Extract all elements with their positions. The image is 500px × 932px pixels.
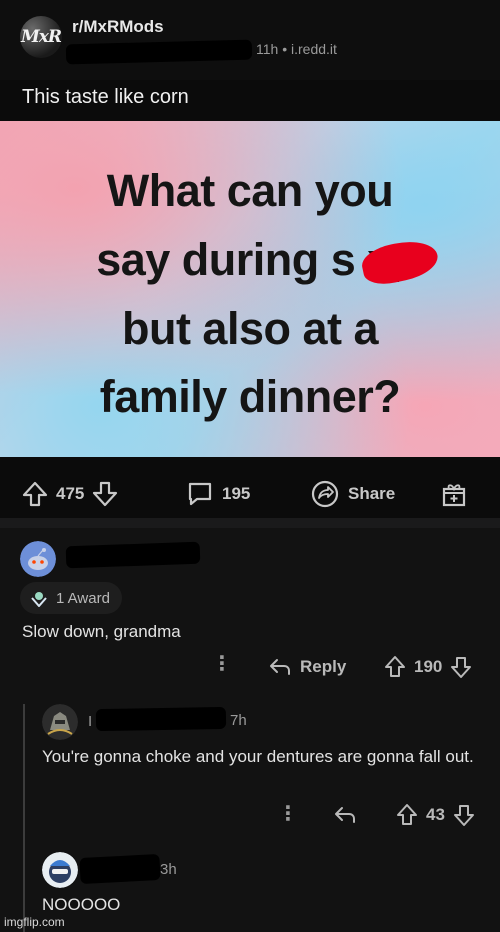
- more-options-icon[interactable]: ⋮: [278, 804, 298, 824]
- thread-line: [23, 704, 25, 932]
- comment-author-prefix: I: [88, 713, 93, 730]
- more-options-icon[interactable]: ⋮: [212, 654, 232, 674]
- downvote-icon[interactable]: [453, 803, 475, 827]
- post-title[interactable]: This taste like corn: [22, 86, 189, 109]
- meme-text-line-1: What can you: [106, 165, 394, 216]
- comment-body: You're gonna choke and your dentures are…: [42, 747, 474, 766]
- share-label: Share: [348, 484, 396, 503]
- post-image[interactable]: What can you say during s x, but also at…: [0, 121, 500, 457]
- award-button[interactable]: [440, 479, 468, 509]
- share-icon: [311, 480, 339, 508]
- comments-button[interactable]: 195: [186, 479, 250, 509]
- subreddit-avatar[interactable]: MxR: [20, 16, 62, 58]
- snoo-avatar-icon[interactable]: [20, 541, 56, 577]
- post-header: MxR r/MxRMods 11h • i.redd.it: [0, 0, 500, 80]
- watermark: imgflip.com: [4, 915, 65, 929]
- meme-text-line-3: but also at a: [121, 303, 379, 354]
- meme-text-line-4: family dinner?: [99, 371, 401, 422]
- user-avatar-icon[interactable]: [42, 852, 78, 888]
- downvote-icon[interactable]: [450, 655, 472, 679]
- gift-award-icon: [442, 484, 466, 507]
- comment-body: NOOOOO: [42, 895, 121, 914]
- upvote-count: 475: [56, 484, 85, 503]
- award-label: 1 Award: [56, 589, 110, 607]
- comment-body: Slow down, grandma: [22, 622, 181, 641]
- comment-count: 195: [222, 484, 251, 503]
- comment-vote-group: 190: [384, 655, 472, 679]
- comment-time: 7h: [230, 712, 247, 729]
- redacted-username: [65, 39, 253, 65]
- redacted-username: [65, 541, 201, 569]
- upvote-icon[interactable]: [396, 803, 418, 827]
- upvote-icon[interactable]: [22, 480, 48, 508]
- comment-score: 43: [426, 805, 445, 824]
- comment-score: 190: [414, 657, 443, 676]
- downvote-icon[interactable]: [92, 480, 118, 508]
- award-icon: [31, 592, 47, 607]
- post-meta: 11h • i.redd.it: [256, 41, 337, 57]
- comment-vote-group: 43: [396, 803, 475, 827]
- redacted-username: [95, 706, 227, 732]
- upvote-icon[interactable]: [384, 655, 406, 679]
- reply-icon[interactable]: [333, 804, 357, 826]
- section-divider: [0, 518, 500, 528]
- subreddit-name[interactable]: r/MxRMods: [72, 17, 164, 37]
- reply-button[interactable]: Reply: [268, 656, 346, 678]
- vote-group: 475: [22, 479, 118, 509]
- comment-time: 3h: [160, 861, 177, 878]
- reply-icon: [270, 659, 290, 675]
- user-avatar-icon[interactable]: [42, 704, 78, 740]
- redacted-username: [79, 853, 161, 885]
- comment-icon: [188, 482, 212, 506]
- award-badge[interactable]: 1 Award: [20, 582, 122, 614]
- reply-label: Reply: [300, 657, 347, 676]
- share-button[interactable]: Share: [310, 479, 395, 509]
